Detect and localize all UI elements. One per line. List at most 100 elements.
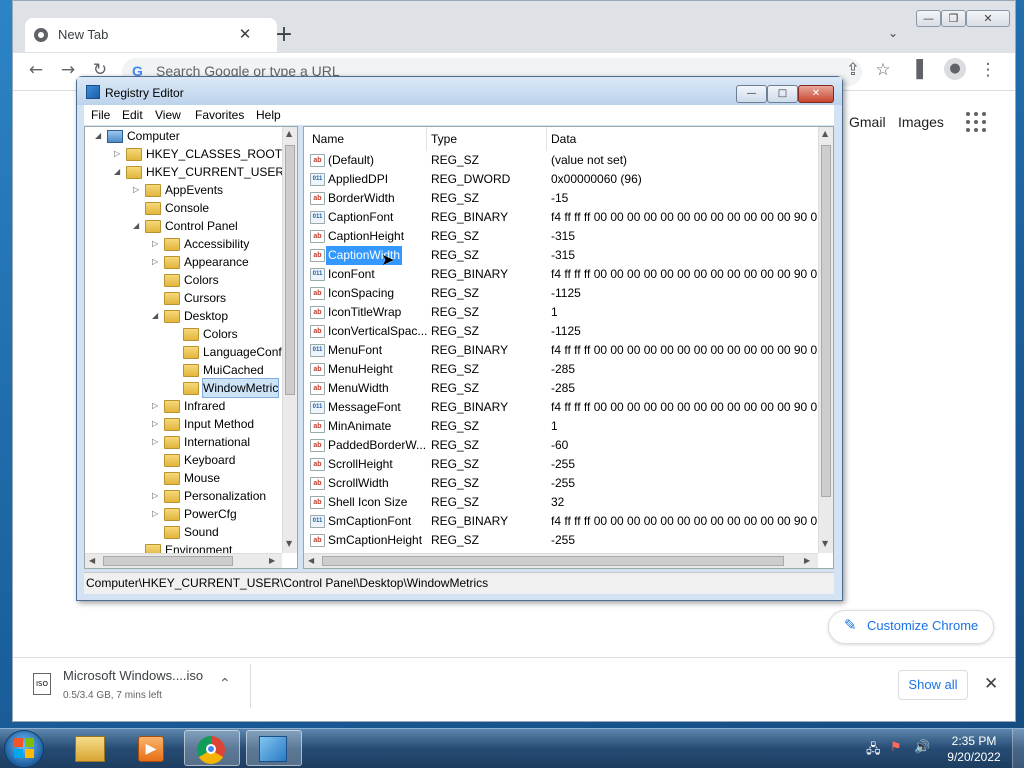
show-all-button[interactable]: Show all [898,670,968,700]
tree-node[interactable]: Console [85,199,282,217]
scroll-right-arrow-icon[interactable]: ▶ [269,556,275,565]
menu-file[interactable]: File [91,108,110,122]
scroll-left-arrow-icon[interactable]: ◀ [308,556,314,565]
tree-node[interactable]: WindowMetric [85,378,282,398]
scroll-down-arrow-icon[interactable]: ▼ [822,539,828,548]
registry-title-bar[interactable] [77,77,842,105]
value-row[interactable]: ab PaddedBorderW... REG_SZ -60 [304,436,820,455]
expand-arrow-icon[interactable]: ▷ [152,235,158,253]
profile-avatar-icon[interactable]: ● [944,58,966,80]
expand-arrow-icon[interactable]: ▷ [152,397,158,415]
tree-node[interactable]: LanguageConf [85,343,282,361]
chrome-maximize-button[interactable]: ❐ [941,10,966,27]
tree-vertical-scrollbar[interactable]: ▲ ▼ [282,127,297,553]
system-clock[interactable]: 2:35 PM 9/20/2022 [944,733,1004,765]
value-row[interactable]: ab MenuWidth REG_SZ -285 [304,379,820,398]
new-tab-icon[interactable]: + [273,22,295,47]
column-header-name[interactable]: Name [312,127,344,151]
tree-node[interactable]: ◢ Control Panel [85,217,282,235]
gmail-link[interactable]: Gmail [849,114,886,130]
chrome-menu-icon[interactable]: ⋮ [977,60,999,80]
registry-key-tree[interactable]: ◢ Computer ▷ HKEY_CLASSES_ROOT ◢ HKEY_CURRENT… [84,126,298,569]
tree-node[interactable]: ◢ Computer [85,127,282,145]
expand-arrow-icon[interactable]: ▷ [152,433,158,451]
tab-search-icon[interactable]: ⌄ [888,26,898,40]
registry-values-list[interactable]: Name Type Data ab (Default) REG_SZ (value n… [303,126,834,569]
tree-node[interactable]: ▷ Accessibility [85,235,282,253]
column-header-type[interactable]: Type [431,127,457,151]
scroll-up-arrow-icon[interactable]: ▲ [286,129,292,138]
scroll-up-arrow-icon[interactable]: ▲ [822,129,828,138]
value-row[interactable]: ab IconTitleWrap REG_SZ 1 [304,303,820,322]
tree-node[interactable]: ▷ AppEvents [85,181,282,199]
collapse-arrow-icon[interactable]: ◢ [133,217,139,235]
list-hscroll-thumb[interactable] [322,556,784,566]
tree-node[interactable]: Colors [85,325,282,343]
tree-scroll-thumb[interactable] [285,145,295,395]
column-divider[interactable] [546,127,547,151]
volume-icon[interactable]: 🔊 [914,740,930,755]
download-file-name[interactable]: Microsoft Windows....iso [63,668,203,683]
value-row[interactable]: ab ScrollHeight REG_SZ -255 [304,455,820,474]
tree-hscroll-thumb[interactable] [103,556,233,566]
list-horizontal-scrollbar[interactable]: ◀ ▶ [304,553,818,568]
collapse-arrow-icon[interactable]: ◢ [95,127,101,145]
expand-arrow-icon[interactable]: ▷ [152,487,158,505]
chrome-minimize-button[interactable]: — [916,10,941,27]
tree-node[interactable]: ▷ Personalization [85,487,282,505]
side-panel-icon[interactable]: ▌ [912,60,934,80]
bookmark-star-icon[interactable]: ☆ [872,60,894,80]
tab-close-icon[interactable]: ✕ [236,25,254,43]
value-row[interactable]: 011 CaptionFont REG_BINARY f4 ff ff ff 00 0… [304,208,821,227]
registry-minimize-button[interactable]: — [736,85,767,103]
tree-node[interactable]: Keyboard [85,451,282,469]
value-row[interactable]: ab SmCaptionHeight REG_SZ -255 [304,531,820,550]
action-center-icon[interactable]: ⚑ [890,740,902,755]
value-row[interactable]: 011 SmCaptionFont REG_BINARY f4 ff ff ff 00… [304,512,821,531]
list-vertical-scrollbar[interactable]: ▲ ▼ [818,127,833,553]
tree-horizontal-scrollbar[interactable]: ◀ ▶ [85,553,282,568]
value-row[interactable]: ab MinAnimate REG_SZ 1 [304,417,820,436]
google-apps-icon[interactable] [966,112,986,132]
scroll-left-arrow-icon[interactable]: ◀ [89,556,95,565]
expand-arrow-icon[interactable]: ▷ [114,145,120,163]
collapse-arrow-icon[interactable]: ◢ [114,163,120,181]
back-icon[interactable]: ← [25,60,47,80]
tree-node[interactable]: ▷ Appearance [85,253,282,271]
images-link[interactable]: Images [898,114,944,130]
value-row[interactable]: 011 MessageFont REG_BINARY f4 ff ff ff 00 0… [304,398,821,417]
menu-favorites[interactable]: Favorites [195,108,244,122]
tree-node[interactable]: ▷ Input Method [85,415,282,433]
scroll-right-arrow-icon[interactable]: ▶ [804,556,810,565]
share-icon[interactable]: ⇪ [842,60,864,80]
value-row[interactable]: ab CaptionHeight REG_SZ -315 [304,227,820,246]
value-row[interactable]: ab IconVerticalSpac... REG_SZ -1125 [304,322,820,341]
list-scroll-thumb[interactable] [821,145,831,497]
menu-help[interactable]: Help [256,108,281,122]
tree-node[interactable]: ▷ Infrared [85,397,282,415]
menu-edit[interactable]: Edit [122,108,143,122]
tree-node[interactable]: ▷ PowerCfg [85,505,282,523]
expand-arrow-icon[interactable]: ▷ [152,505,158,523]
expand-arrow-icon[interactable]: ▷ [133,181,139,199]
network-icon[interactable]: 🖧 [866,740,881,762]
show-desktop-button[interactable] [1012,729,1024,768]
download-shelf-close-icon[interactable]: ✕ [984,674,998,694]
value-row[interactable]: ab (Default) REG_SZ (value not set) [304,151,820,170]
chrome-close-button[interactable]: ✕ [966,10,1010,27]
tree-node[interactable]: Sound [85,523,282,541]
download-options-chevron-icon[interactable]: ⌃ [219,676,231,692]
value-row[interactable]: ab Shell Icon Size REG_SZ 32 [304,493,820,512]
tree-node[interactable]: ▷ HKEY_CLASSES_ROOT [85,145,282,163]
value-row[interactable]: ab MenuHeight REG_SZ -285 [304,360,820,379]
tree-node[interactable]: ▷ International [85,433,282,451]
registry-close-button[interactable]: ✕ [798,85,834,103]
value-row[interactable]: ab ScrollWidth REG_SZ -255 [304,474,820,493]
menu-view[interactable]: View [155,108,181,122]
tree-node[interactable]: Colors [85,271,282,289]
tree-node[interactable]: ◢ HKEY_CURRENT_USER [85,163,284,181]
scroll-down-arrow-icon[interactable]: ▼ [286,539,292,548]
expand-arrow-icon[interactable]: ▷ [152,253,158,271]
collapse-arrow-icon[interactable]: ◢ [152,307,158,325]
tree-node[interactable]: Mouse [85,469,282,487]
